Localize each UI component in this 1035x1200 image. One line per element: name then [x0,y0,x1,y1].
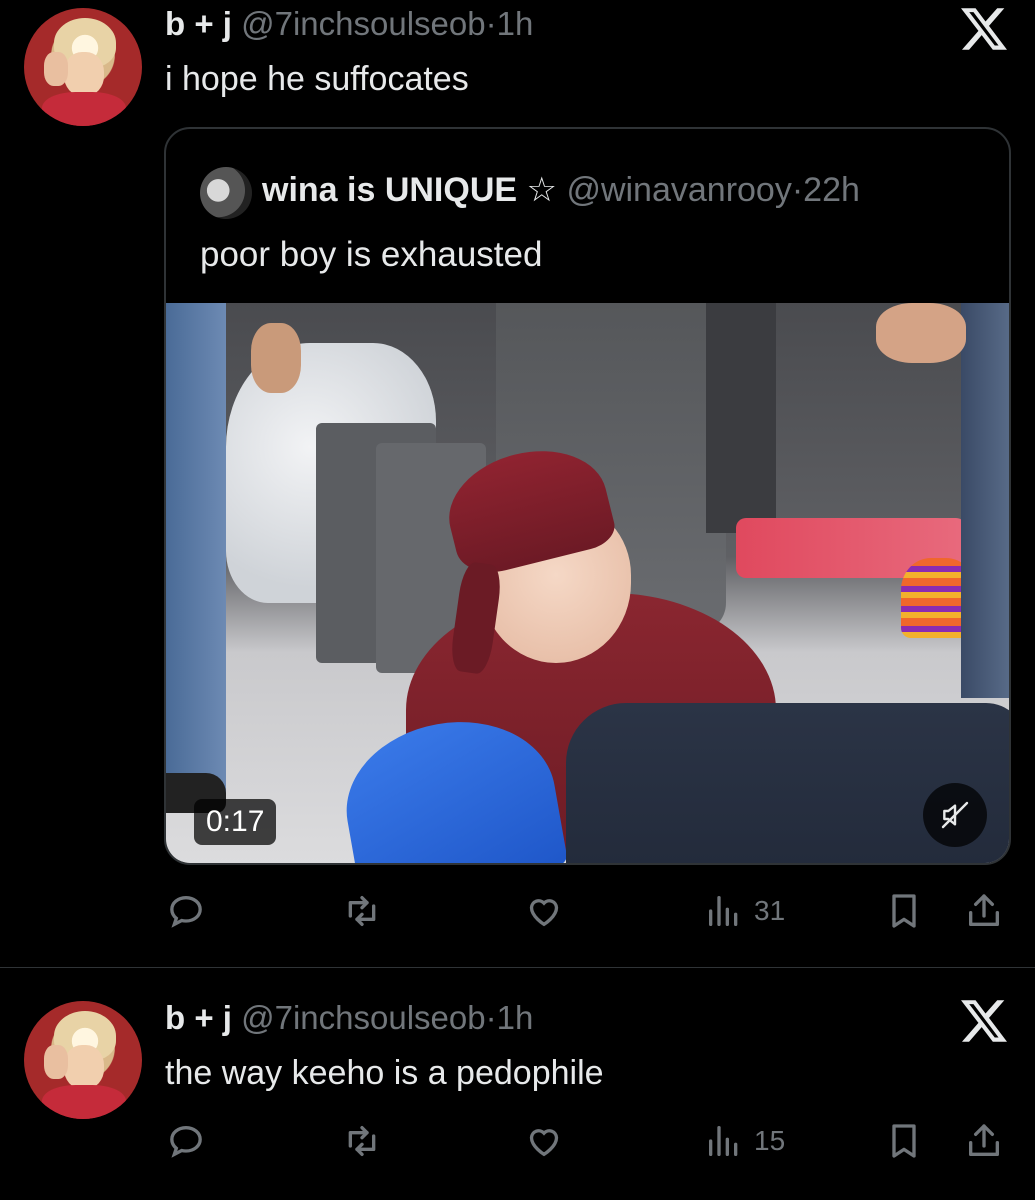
quoted-handle[interactable]: @winavanrooy [566,171,791,209]
tweet-text: i hope he suffocates [165,60,469,98]
reply-button[interactable] [166,886,206,936]
timestamp[interactable]: 1h [497,999,534,1036]
bookmark-icon [892,1124,916,1158]
quoted-timestamp[interactable]: 22h [803,171,860,209]
share-icon [969,1124,999,1156]
heart-icon [529,1129,559,1157]
x-logo-icon [961,8,1007,50]
avatar-hand [44,1045,68,1079]
tweet-text: the way keeho is a pedophile [165,1054,604,1092]
user-handle[interactable]: @7inchsoulseob [241,5,486,42]
scene-coat [706,303,776,533]
avatar-face [64,1045,104,1089]
user-handle[interactable]: @7inchsoulseob [241,999,486,1036]
mute-button[interactable] [923,783,987,847]
video-duration: 0:17 [194,799,277,845]
view-count: 15 [754,1125,786,1156]
retweet-button[interactable] [342,886,382,936]
tweet[interactable]: b + j @7inchsoulseob·1h i hope he suffoc… [0,0,1035,967]
avatar-face [64,52,104,96]
reply-icon [170,895,202,928]
bookmark-button[interactable] [884,886,924,936]
reply-button[interactable] [166,1116,206,1166]
view-count: 31 [754,895,786,926]
tweet-header: b + j @7inchsoulseob·1h [165,998,533,1038]
share-icon [969,894,999,926]
avatar-hand [44,52,68,86]
reply-icon [170,1125,202,1158]
bookmark-button[interactable] [884,1116,924,1166]
display-name[interactable]: b + j [165,5,232,42]
views-icon [709,896,738,926]
timestamp[interactable]: 1h [497,5,534,42]
quoted-display-name[interactable]: wina is UNIQUE ☆ [262,171,557,209]
quoted-avatar[interactable] [200,167,252,219]
x-logo-icon [961,1000,1007,1042]
retweet-button[interactable] [342,1116,382,1166]
retweet-icon [348,896,376,926]
scene-hand [876,303,966,363]
retweet-icon [348,1126,376,1156]
quoted-header: wina is UNIQUE ☆ @winavanrooy·22h [262,169,860,211]
like-button[interactable] [524,886,564,936]
avatar[interactable] [24,8,142,126]
quoted-tweet[interactable]: wina is UNIQUE ☆ @winavanrooy·22h poor b… [164,127,1011,865]
views-icon [709,1126,738,1156]
scene-legs-left [166,303,226,793]
tweet-header: b + j @7inchsoulseob·1h [165,4,533,44]
avatar-shirt [42,1085,126,1119]
like-button[interactable] [524,1116,564,1166]
views-button[interactable]: 31 [704,886,785,936]
heart-icon [529,899,559,927]
separator-dot: · [485,999,497,1036]
avatar-shirt [42,92,126,126]
separator-dot: · [485,5,497,42]
avatar[interactable] [24,1001,142,1119]
tweet-actions: 31 [0,886,1035,936]
quoted-text: poor boy is exhausted [200,235,543,274]
share-button[interactable] [964,886,1004,936]
muted-speaker-icon [941,801,969,829]
separator-dot: · [791,171,804,209]
display-name[interactable]: b + j [165,999,232,1036]
scene-hand [251,323,301,393]
scene-legs-right [961,303,1009,698]
share-button[interactable] [964,1116,1004,1166]
bookmark-icon [892,894,916,928]
tweet[interactable]: b + j @7inchsoulseob·1h the way keeho is… [0,968,1035,1200]
tweet-actions: 15 [0,1116,1035,1166]
views-button[interactable]: 15 [704,1116,785,1166]
video-player[interactable]: 0:17 [166,303,1009,863]
